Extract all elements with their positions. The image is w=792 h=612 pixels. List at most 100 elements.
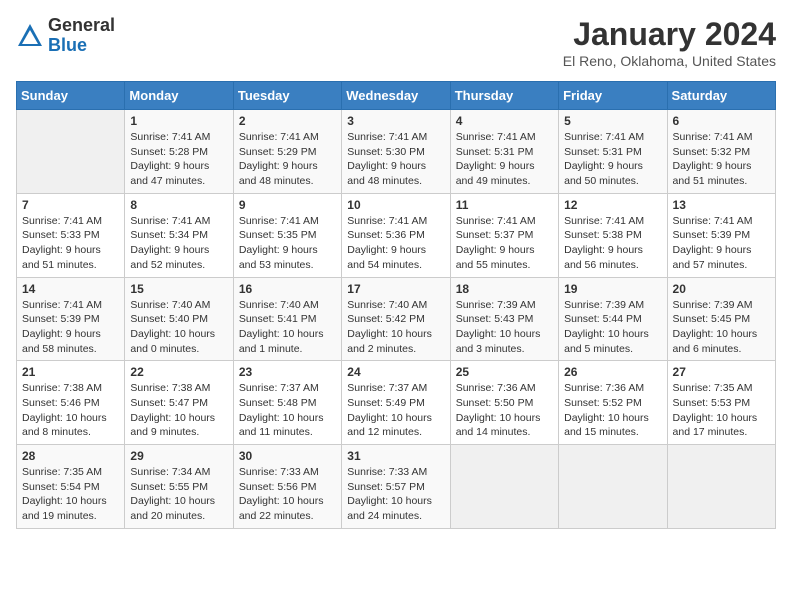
- calendar-cell: [17, 110, 125, 194]
- calendar-week-row: 14 Sunrise: 7:41 AMSunset: 5:39 PMDayligh…: [17, 277, 776, 361]
- day-number: 1: [130, 114, 227, 128]
- day-info: Sunrise: 7:38 AMSunset: 5:47 PMDaylight:…: [130, 381, 227, 440]
- day-info: Sunrise: 7:33 AMSunset: 5:56 PMDaylight:…: [239, 465, 336, 524]
- calendar-cell: 12 Sunrise: 7:41 AMSunset: 5:38 PMDayligh…: [559, 193, 667, 277]
- day-info: Sunrise: 7:40 AMSunset: 5:40 PMDaylight:…: [130, 298, 227, 357]
- calendar-cell: 13 Sunrise: 7:41 AMSunset: 5:39 PMDayligh…: [667, 193, 775, 277]
- logo: General Blue: [16, 16, 115, 56]
- calendar-cell: 23 Sunrise: 7:37 AMSunset: 5:48 PMDayligh…: [233, 361, 341, 445]
- day-number: 14: [22, 282, 119, 296]
- day-info: Sunrise: 7:41 AMSunset: 5:31 PMDaylight:…: [564, 130, 661, 189]
- day-info: Sunrise: 7:41 AMSunset: 5:31 PMDaylight:…: [456, 130, 553, 189]
- calendar-cell: 27 Sunrise: 7:35 AMSunset: 5:53 PMDayligh…: [667, 361, 775, 445]
- calendar-cell: 16 Sunrise: 7:40 AMSunset: 5:41 PMDayligh…: [233, 277, 341, 361]
- day-number: 10: [347, 198, 444, 212]
- day-info: Sunrise: 7:38 AMSunset: 5:46 PMDaylight:…: [22, 381, 119, 440]
- day-info: Sunrise: 7:41 AMSunset: 5:35 PMDaylight:…: [239, 214, 336, 273]
- day-info: Sunrise: 7:34 AMSunset: 5:55 PMDaylight:…: [130, 465, 227, 524]
- day-info: Sunrise: 7:41 AMSunset: 5:37 PMDaylight:…: [456, 214, 553, 273]
- day-number: 13: [673, 198, 770, 212]
- weekday-header: Tuesday: [233, 82, 341, 110]
- calendar-cell: 31Sunrise: 7:33 AMSunset: 5:57 PMDayligh…: [342, 445, 450, 529]
- logo-icon: [16, 22, 44, 50]
- day-number: 5: [564, 114, 661, 128]
- calendar-cell: 20 Sunrise: 7:39 AMSunset: 5:45 PMDayligh…: [667, 277, 775, 361]
- calendar-week-row: 7Sunrise: 7:41 AMSunset: 5:33 PMDaylight…: [17, 193, 776, 277]
- calendar-header: SundayMondayTuesdayWednesdayThursdayFrid…: [17, 82, 776, 110]
- day-info: Sunrise: 7:39 AMSunset: 5:43 PMDaylight:…: [456, 298, 553, 357]
- day-number: 2: [239, 114, 336, 128]
- weekday-header: Friday: [559, 82, 667, 110]
- calendar-table: SundayMondayTuesdayWednesdayThursdayFrid…: [16, 81, 776, 529]
- day-number: 27: [673, 365, 770, 379]
- day-info: Sunrise: 7:40 AMSunset: 5:42 PMDaylight:…: [347, 298, 444, 357]
- calendar-cell: 8 Sunrise: 7:41 AMSunset: 5:34 PMDaylight…: [125, 193, 233, 277]
- day-number: 24: [347, 365, 444, 379]
- day-info: Sunrise: 7:41 AMSunset: 5:34 PMDaylight:…: [130, 214, 227, 273]
- calendar-cell: 11Sunrise: 7:41 AMSunset: 5:37 PMDayligh…: [450, 193, 558, 277]
- calendar-cell: 21 Sunrise: 7:38 AMSunset: 5:46 PMDayligh…: [17, 361, 125, 445]
- calendar-cell: 2 Sunrise: 7:41 AMSunset: 5:29 PMDaylight…: [233, 110, 341, 194]
- day-number: 20: [673, 282, 770, 296]
- day-info: Sunrise: 7:39 AMSunset: 5:45 PMDaylight:…: [673, 298, 770, 357]
- calendar-cell: 7Sunrise: 7:41 AMSunset: 5:33 PMDaylight…: [17, 193, 125, 277]
- calendar-cell: 24Sunrise: 7:37 AMSunset: 5:49 PMDayligh…: [342, 361, 450, 445]
- day-number: 28: [22, 449, 119, 463]
- weekday-header: Thursday: [450, 82, 558, 110]
- day-info: Sunrise: 7:41 AMSunset: 5:32 PMDaylight:…: [673, 130, 770, 189]
- day-number: 22: [130, 365, 227, 379]
- calendar-cell: [559, 445, 667, 529]
- calendar-cell: 28Sunrise: 7:35 AMSunset: 5:54 PMDayligh…: [17, 445, 125, 529]
- day-number: 8: [130, 198, 227, 212]
- day-number: 7: [22, 198, 119, 212]
- calendar-cell: 15 Sunrise: 7:40 AMSunset: 5:40 PMDayligh…: [125, 277, 233, 361]
- calendar-week-row: 1Sunrise: 7:41 AMSunset: 5:28 PMDaylight…: [17, 110, 776, 194]
- day-number: 21: [22, 365, 119, 379]
- calendar-cell: 5 Sunrise: 7:41 AMSunset: 5:31 PMDaylight…: [559, 110, 667, 194]
- calendar-cell: [667, 445, 775, 529]
- day-number: 30: [239, 449, 336, 463]
- calendar-week-row: 28Sunrise: 7:35 AMSunset: 5:54 PMDayligh…: [17, 445, 776, 529]
- calendar-week-row: 21 Sunrise: 7:38 AMSunset: 5:46 PMDayligh…: [17, 361, 776, 445]
- day-info: Sunrise: 7:41 AMSunset: 5:29 PMDaylight:…: [239, 130, 336, 189]
- day-info: Sunrise: 7:37 AMSunset: 5:48 PMDaylight:…: [239, 381, 336, 440]
- day-number: 26: [564, 365, 661, 379]
- day-info: Sunrise: 7:39 AMSunset: 5:44 PMDaylight:…: [564, 298, 661, 357]
- weekday-header: Monday: [125, 82, 233, 110]
- day-info: Sunrise: 7:40 AMSunset: 5:41 PMDaylight:…: [239, 298, 336, 357]
- day-info: Sunrise: 7:41 AMSunset: 5:30 PMDaylight:…: [347, 130, 444, 189]
- day-number: 18: [456, 282, 553, 296]
- calendar-subtitle: El Reno, Oklahoma, United States: [563, 53, 776, 69]
- day-number: 6: [673, 114, 770, 128]
- calendar-cell: 9 Sunrise: 7:41 AMSunset: 5:35 PMDaylight…: [233, 193, 341, 277]
- day-number: 12: [564, 198, 661, 212]
- calendar-cell: 14 Sunrise: 7:41 AMSunset: 5:39 PMDayligh…: [17, 277, 125, 361]
- calendar-cell: 1Sunrise: 7:41 AMSunset: 5:28 PMDaylight…: [125, 110, 233, 194]
- day-number: 29: [130, 449, 227, 463]
- day-number: 3: [347, 114, 444, 128]
- day-info: Sunrise: 7:41 AMSunset: 5:39 PMDaylight:…: [22, 298, 119, 357]
- weekday-header: Saturday: [667, 82, 775, 110]
- calendar-title: January 2024: [563, 16, 776, 53]
- calendar-cell: 10Sunrise: 7:41 AMSunset: 5:36 PMDayligh…: [342, 193, 450, 277]
- day-info: Sunrise: 7:41 AMSunset: 5:38 PMDaylight:…: [564, 214, 661, 273]
- weekday-header: Sunday: [17, 82, 125, 110]
- day-number: 15: [130, 282, 227, 296]
- calendar-cell: 18 Sunrise: 7:39 AMSunset: 5:43 PMDayligh…: [450, 277, 558, 361]
- day-info: Sunrise: 7:36 AMSunset: 5:50 PMDaylight:…: [456, 381, 553, 440]
- calendar-cell: 25 Sunrise: 7:36 AMSunset: 5:50 PMDayligh…: [450, 361, 558, 445]
- day-number: 16: [239, 282, 336, 296]
- day-number: 19: [564, 282, 661, 296]
- day-info: Sunrise: 7:41 AMSunset: 5:39 PMDaylight:…: [673, 214, 770, 273]
- day-number: 23: [239, 365, 336, 379]
- calendar-cell: 19 Sunrise: 7:39 AMSunset: 5:44 PMDayligh…: [559, 277, 667, 361]
- day-number: 25: [456, 365, 553, 379]
- calendar-cell: 17Sunrise: 7:40 AMSunset: 5:42 PMDayligh…: [342, 277, 450, 361]
- logo-line2: Blue: [48, 36, 115, 56]
- day-info: Sunrise: 7:36 AMSunset: 5:52 PMDaylight:…: [564, 381, 661, 440]
- day-number: 9: [239, 198, 336, 212]
- page-header: General Blue January 2024 El Reno, Oklah…: [16, 16, 776, 69]
- weekday-row: SundayMondayTuesdayWednesdayThursdayFrid…: [17, 82, 776, 110]
- day-info: Sunrise: 7:35 AMSunset: 5:53 PMDaylight:…: [673, 381, 770, 440]
- calendar-cell: 4Sunrise: 7:41 AMSunset: 5:31 PMDaylight…: [450, 110, 558, 194]
